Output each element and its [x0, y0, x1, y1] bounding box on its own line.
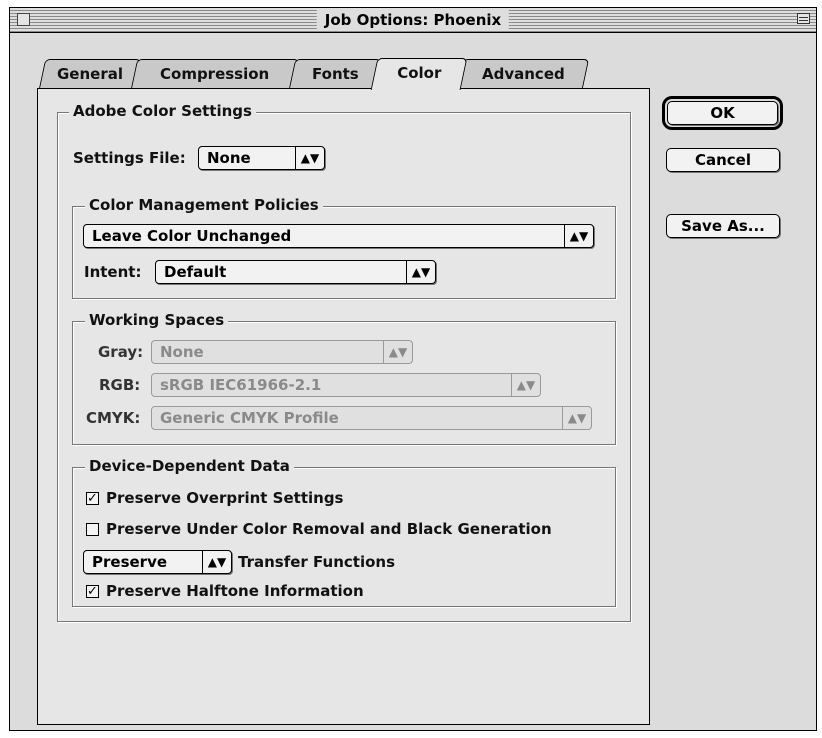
- up-down-arrow-icon: ▲▼: [295, 147, 324, 169]
- settings-file-value: None: [207, 149, 251, 167]
- transfer-functions-label: Transfer Functions: [238, 553, 396, 571]
- preserve-halftone-label[interactable]: Preserve Halftone Information: [106, 580, 364, 602]
- window-title: Job Options: Phoenix: [316, 10, 510, 30]
- gray-value: None: [160, 343, 204, 361]
- preserve-overprint-checkbox[interactable]: ✓: [86, 492, 99, 505]
- preserve-halftone-checkbox[interactable]: ✓: [86, 585, 99, 598]
- intent-label: Intent:: [84, 263, 142, 281]
- collapse-box-icon[interactable]: [797, 13, 810, 24]
- up-down-arrow-icon: ▲▼: [562, 407, 591, 429]
- tab-compression[interactable]: Compression: [130, 59, 300, 89]
- color-policy-value: Leave Color Unchanged: [92, 227, 292, 245]
- gray-popup[interactable]: None ▲▼: [151, 340, 413, 364]
- ok-button[interactable]: OK: [662, 96, 783, 130]
- cmyk-label: CMYK:: [86, 409, 141, 427]
- tab-fonts[interactable]: Fonts: [288, 59, 382, 89]
- save-as-button[interactable]: Save As...: [666, 214, 780, 238]
- preserve-overprint-label[interactable]: Preserve Overprint Settings: [106, 487, 344, 509]
- title-bar[interactable]: Job Options: Phoenix: [10, 8, 816, 33]
- up-down-arrow-icon: ▲▼: [564, 225, 593, 247]
- preserve-ucr-label[interactable]: Preserve Under Color Removal and Black G…: [106, 518, 552, 540]
- rgb-popup[interactable]: sRGB IEC61966-2.1 ▲▼: [151, 373, 541, 397]
- up-down-arrow-icon: ▲▼: [511, 374, 540, 396]
- cmyk-value: Generic CMYK Profile: [160, 409, 339, 427]
- job-options-window: Job Options: Phoenix General Compression…: [9, 7, 817, 731]
- rgb-value: sRGB IEC61966-2.1: [160, 376, 322, 394]
- cmyk-popup[interactable]: Generic CMYK Profile ▲▼: [151, 406, 592, 430]
- cancel-button[interactable]: Cancel: [666, 148, 780, 172]
- up-down-arrow-icon: ▲▼: [383, 341, 412, 363]
- color-tab-panel: Adobe Color Settings Settings File: None…: [37, 88, 650, 725]
- color-management-group: [72, 206, 616, 299]
- device-dependent-label: Device-Dependent Data: [85, 457, 294, 475]
- checkmark-icon: ✓: [87, 584, 98, 599]
- adobe-color-settings-label: Adobe Color Settings: [69, 102, 256, 120]
- tab-advanced[interactable]: Advanced: [456, 59, 590, 89]
- intent-popup[interactable]: Default ▲▼: [155, 260, 436, 284]
- tab-color[interactable]: Color: [370, 58, 468, 90]
- transfer-functions-value: Preserve: [92, 553, 168, 571]
- transfer-functions-popup[interactable]: Preserve ▲▼: [83, 550, 232, 574]
- checkmark-icon: ✓: [87, 491, 98, 506]
- up-down-arrow-icon: ▲▼: [202, 551, 231, 573]
- settings-file-label: Settings File:: [73, 149, 186, 167]
- preserve-ucr-checkbox[interactable]: [86, 523, 99, 536]
- up-down-arrow-icon: ▲▼: [406, 261, 435, 283]
- tab-general[interactable]: General: [38, 59, 142, 89]
- working-spaces-label: Working Spaces: [85, 311, 229, 329]
- color-management-label: Color Management Policies: [85, 196, 323, 214]
- color-policy-popup[interactable]: Leave Color Unchanged ▲▼: [83, 224, 594, 248]
- settings-file-popup[interactable]: None ▲▼: [198, 146, 325, 170]
- rgb-label: RGB:: [99, 376, 141, 394]
- gray-label: Gray:: [98, 343, 144, 361]
- close-box-icon[interactable]: [17, 13, 30, 26]
- intent-value: Default: [164, 263, 227, 281]
